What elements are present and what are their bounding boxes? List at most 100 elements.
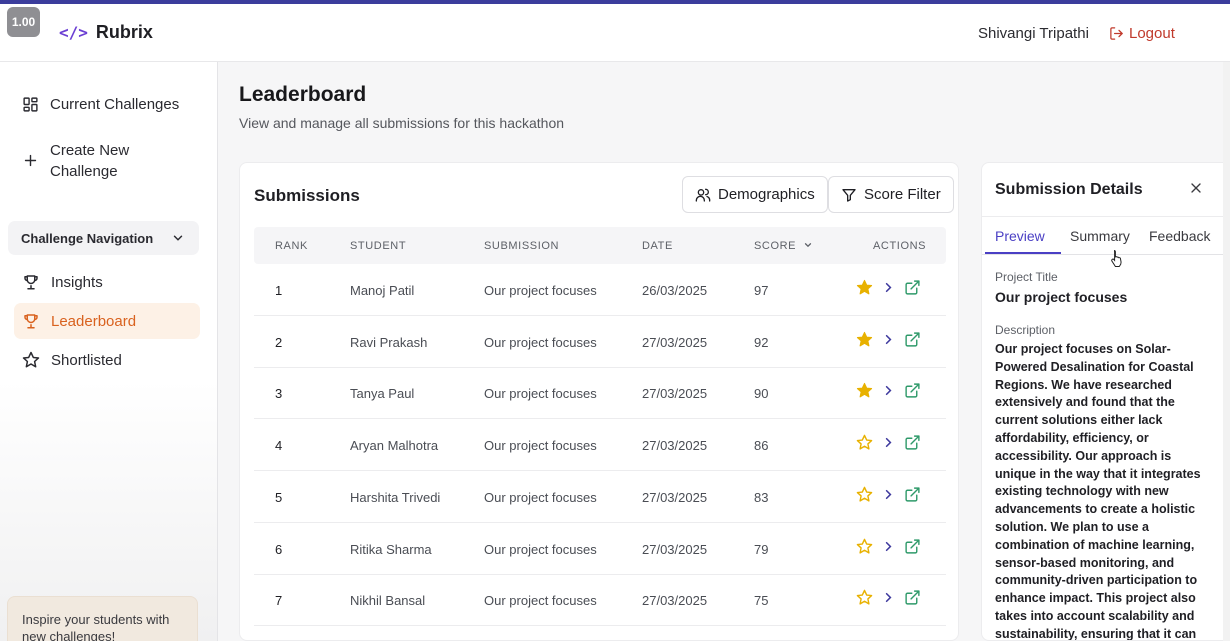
row-actions [856,331,921,351]
table-row[interactable]: 2 Ravi Prakash Our project focuses 27/03/20… [254,316,946,368]
description-label: Description [995,323,1056,337]
chevron-right-icon[interactable] [881,332,896,350]
rank-cell: 4 [275,438,283,454]
table-row[interactable]: 1 Manoj Patil Our project focuses 26/03/202… [254,264,946,316]
table-header: Rank Student Submission Date Score Actio… [254,227,946,264]
score-cell: 75 [754,593,769,609]
tab-feedback[interactable]: Feedback [1149,228,1210,244]
logout-button[interactable]: Logout [1109,25,1175,42]
sidebar-item-shortlisted[interactable]: Shortlisted [14,348,200,372]
row-actions [856,538,921,558]
column-date[interactable]: Date [642,240,673,252]
sidebar-item-create-challenge[interactable]: Create New Challenge [14,140,200,184]
chevron-right-icon[interactable] [881,435,896,453]
main-content: Leaderboard View and manage all submissi… [219,62,1230,641]
external-link-icon[interactable] [904,434,921,454]
table-row[interactable]: 5 Harshita Trivedi Our project focuses 27/0… [254,471,946,523]
submission-cell: Our project focuses [484,438,597,454]
submission-cell: Our project focuses [484,593,597,609]
table-row[interactable]: 4 Aryan Malhotra Our project focuses 27/03/… [254,419,946,472]
external-link-icon[interactable] [904,279,921,299]
chevron-right-icon[interactable] [881,539,896,557]
rank-cell: 1 [275,283,283,298]
demographics-button[interactable]: Demographics [682,176,828,213]
star-outline-icon[interactable] [856,538,873,558]
table-row[interactable]: 6 Ritika Sharma Our project focuses 27/03/2… [254,523,946,575]
submission-cell: Our project focuses [484,283,597,298]
brand[interactable]: </> Rubrix [59,22,153,43]
logout-icon [1110,27,1123,40]
chevron-right-icon[interactable] [881,383,896,401]
logout-label: Logout [1129,25,1175,42]
date-cell: 27/03/2025 [642,593,708,609]
grid-icon [23,96,38,112]
table-row[interactable]: 7 Nikhil Bansal Our project focuses 27/03/2… [254,574,946,627]
score-filter-button[interactable]: Score Filter [828,176,954,213]
sidebar-item-insights[interactable]: Insights [14,270,200,294]
star-filled-icon[interactable] [856,382,873,402]
sidebar-item-current-challenges[interactable]: Current Challenges [14,92,200,116]
details-tabs: Preview Summary Feedback [982,216,1229,267]
trophy-icon [24,314,38,329]
date-cell: 27/03/2025 [642,438,708,454]
external-link-icon[interactable] [904,331,921,351]
date-cell: 27/03/2025 [642,386,708,402]
sidebar-item-leaderboard[interactable]: Leaderboard [14,303,200,339]
external-link-icon[interactable] [904,486,921,506]
promo-card: Inspire your students with new challenge… [7,596,198,641]
column-actions: Actions [873,240,927,252]
details-title: Submission Details [995,181,1143,198]
create-challenge-label-line2: Challenge [50,163,118,180]
tab-summary[interactable]: Summary [1070,228,1130,244]
filter-icon [842,188,856,202]
score-cell: 97 [754,283,769,298]
date-cell: 27/03/2025 [642,541,708,557]
student-cell: Ravi Prakash [350,334,428,350]
project-title-label: Project Title [995,270,1058,284]
star-outline-icon[interactable] [856,434,873,454]
chevron-right-icon[interactable] [881,590,896,608]
submission-cell: Our project focuses [484,489,597,505]
external-link-icon[interactable] [904,382,921,402]
page-subtitle: View and manage all submissions for this… [239,115,565,131]
star-filled-icon[interactable] [856,331,873,351]
chevron-down-icon [804,243,811,248]
date-cell: 27/03/2025 [642,334,708,350]
star-outline-icon[interactable] [856,486,873,506]
column-score[interactable]: Score [754,240,813,252]
score-cell: 79 [754,541,769,557]
chevron-right-icon[interactable] [881,487,896,505]
row-actions [856,382,921,402]
score-cell: 86 [754,438,769,454]
app-name: Rubrix [95,22,153,42]
rank-cell: 5 [275,489,283,505]
demographics-label: Demographics [718,186,815,203]
row-actions [856,279,921,299]
column-student[interactable]: Student [350,240,406,252]
score-filter-label: Score Filter [864,186,941,203]
external-link-icon[interactable] [904,589,921,609]
star-filled-icon[interactable] [856,279,873,299]
column-submission[interactable]: Submission [484,240,559,252]
score-cell: 90 [754,386,769,402]
student-cell: Manoj Patil [350,283,415,298]
top-header: </> Rubrix Shivangi Tripathi Logout [0,4,1230,62]
star-outline-icon[interactable] [856,589,873,609]
close-icon[interactable] [1188,180,1204,196]
challenge-navigation-toggle[interactable]: Challenge Navigation [8,221,199,255]
page-title: Leaderboard [239,83,367,106]
table-row[interactable]: 3 Tanya Paul Our project focuses 27/03/2025… [254,367,946,420]
student-cell: Ritika Sharma [350,541,432,557]
sidebar-item-label: Leaderboard [51,312,137,330]
score-cell: 83 [754,489,769,505]
chevron-down-icon [173,235,183,241]
chevron-right-icon[interactable] [881,280,896,298]
scrollbar[interactable] [1223,62,1230,641]
project-title-value: Our project focuses [995,289,1128,305]
date-cell: 27/03/2025 [642,489,708,505]
row-actions [856,434,921,454]
column-rank[interactable]: Rank [275,240,308,252]
tab-preview[interactable]: Preview [995,228,1045,244]
active-tab-indicator [985,252,1061,254]
external-link-icon[interactable] [904,538,921,558]
